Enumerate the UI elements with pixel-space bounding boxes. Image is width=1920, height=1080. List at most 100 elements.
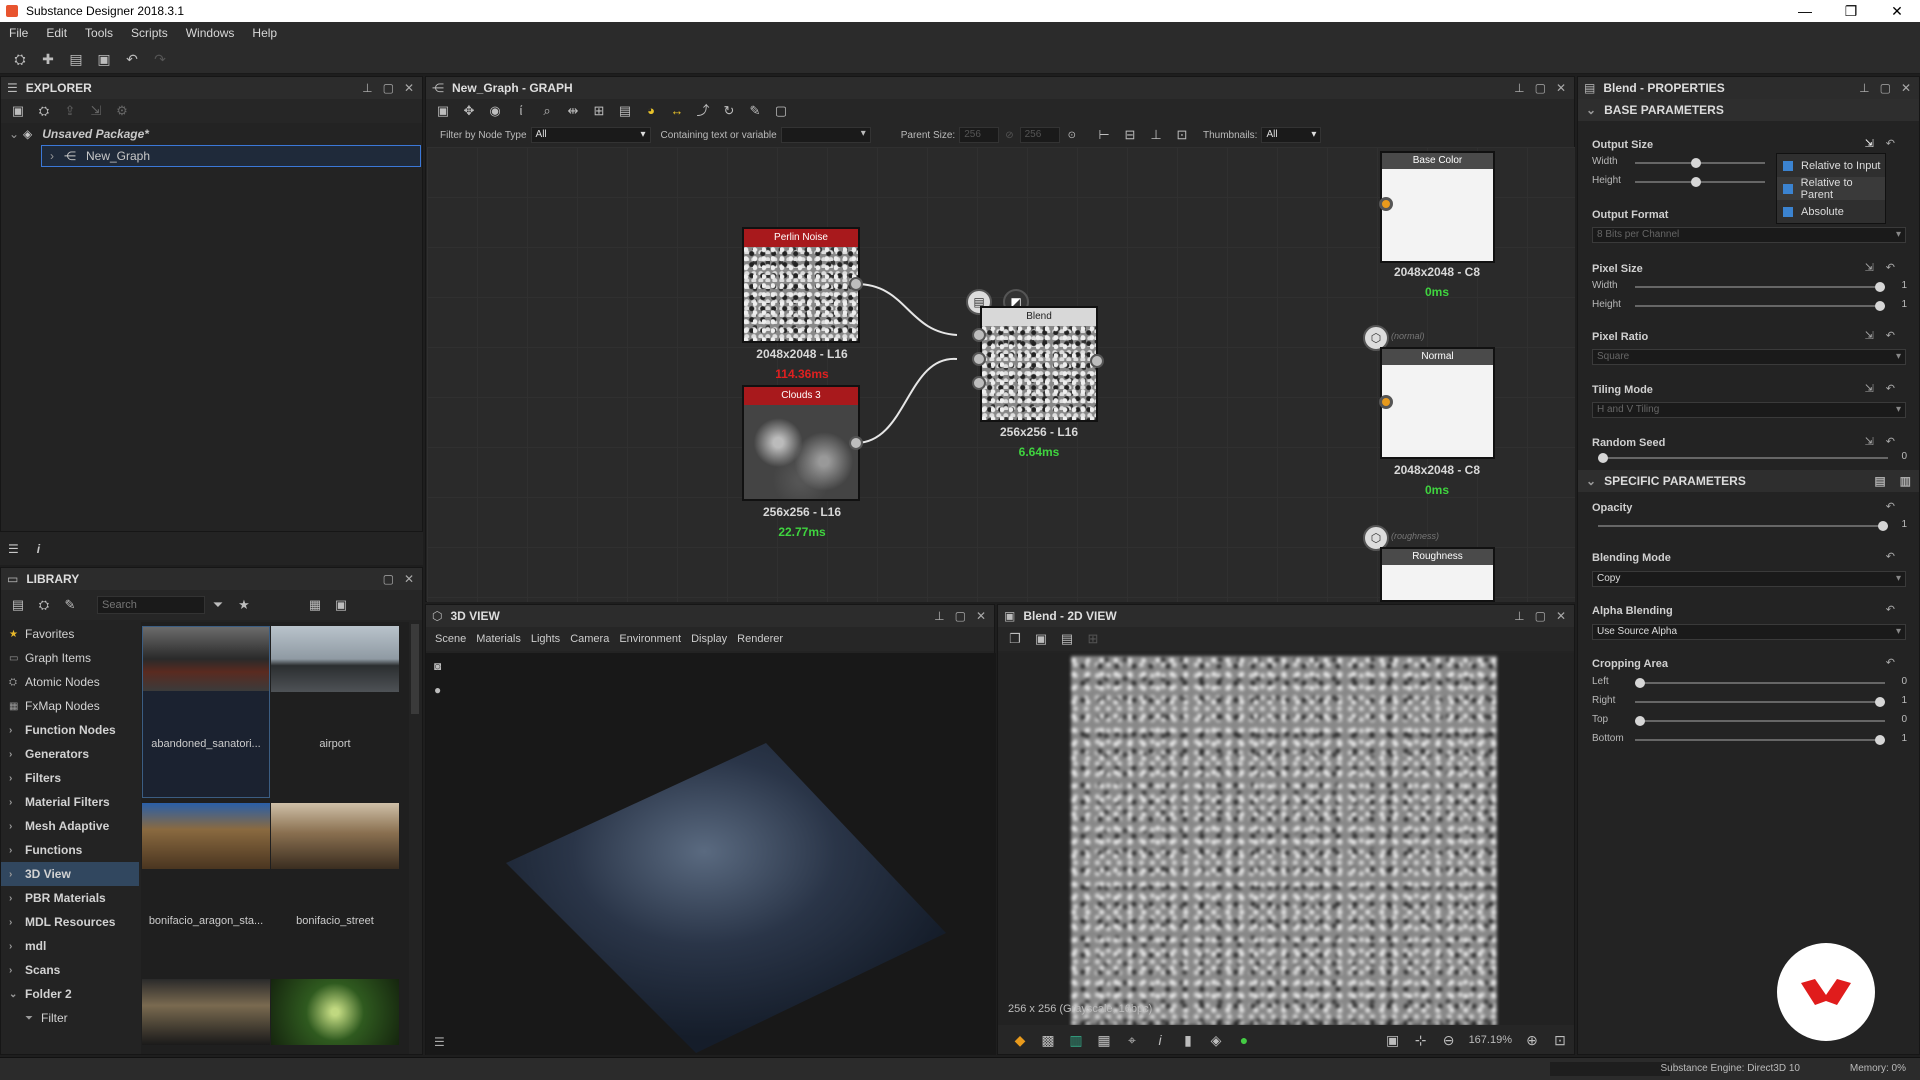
close-icon[interactable]: ✕	[404, 572, 414, 586]
alpha-blending-select[interactable]: Use Source Alpha ▾	[1592, 624, 1906, 640]
env-thumb-forest[interactable]	[271, 979, 399, 1045]
reset-icon[interactable]: ↶	[1886, 656, 1895, 669]
reset-icon[interactable]: ↶	[1886, 550, 1895, 563]
close-icon[interactable]: ✕	[1556, 81, 1566, 95]
collapse-arrow-icon[interactable]: ⌄	[1586, 103, 1596, 117]
reset-icon[interactable]: ↶	[1886, 500, 1895, 513]
link-icon[interactable]: ↔	[669, 103, 685, 119]
library-category[interactable]: › Mesh Adaptive	[1, 814, 139, 838]
grid-view-icon[interactable]: ▦	[307, 597, 323, 613]
crop-top-slider[interactable]	[1635, 716, 1885, 726]
opacity-slider[interactable]	[1598, 521, 1888, 531]
reset-icon[interactable]: ↶	[1886, 603, 1895, 616]
save-package-icon[interactable]: ▣	[10, 103, 26, 119]
package-row[interactable]: ⌄ ◈ Unsaved Package*	[1, 123, 422, 145]
new-package-icon[interactable]: ⛭	[12, 51, 28, 67]
library-category[interactable]: ▦ FxMap Nodes	[1, 694, 139, 718]
favorite-add-icon[interactable]: ★	[236, 597, 252, 613]
node-blend[interactable]: Blend	[980, 306, 1098, 422]
menu-item-relative-to-input[interactable]: Relative to Input	[1777, 154, 1885, 177]
pin-icon[interactable]: ⊥	[1514, 609, 1524, 623]
output-width-slider[interactable]	[1635, 158, 1765, 168]
crop-bottom-slider[interactable]	[1635, 735, 1885, 745]
menu-edit[interactable]: Edit	[37, 26, 76, 40]
menu-display[interactable]: Display	[686, 633, 732, 645]
hierarchy-icon[interactable]: ☰	[434, 1035, 445, 1049]
library-category[interactable]: › Functions	[1, 838, 139, 862]
inherit-mode-icon[interactable]: ⇲	[1865, 382, 1874, 395]
maximize-icon[interactable]: ▢	[383, 572, 394, 586]
input-port[interactable]	[1379, 395, 1393, 409]
preset-menu-icon[interactable]: ▥	[1900, 474, 1911, 488]
info-icon[interactable]: i	[1152, 1032, 1168, 1048]
lock-icon[interactable]: ⊡	[1552, 1032, 1568, 1048]
crop-right-value[interactable]: 1	[1901, 695, 1907, 706]
color-picker-icon[interactable]: ◈	[1208, 1032, 1224, 1048]
menu-scripts[interactable]: Scripts	[122, 26, 177, 40]
edit-icon[interactable]: ✎	[62, 597, 78, 613]
pin-icon[interactable]: ⊥	[1859, 81, 1869, 95]
reset-icon[interactable]: ↶	[1886, 435, 1895, 448]
refresh-icon[interactable]: ↻	[721, 103, 737, 119]
expand-arrow-icon[interactable]: ›	[50, 149, 64, 163]
library-scrollbar[interactable]	[411, 624, 419, 714]
crop-left-slider[interactable]	[1635, 678, 1885, 688]
library-category[interactable]: ⛭ Atomic Nodes	[1, 670, 139, 694]
hierarchy-icon[interactable]: ☰	[8, 542, 19, 556]
env-thumb-abandoned[interactable]	[142, 626, 270, 798]
reset-icon[interactable]: ↶	[1886, 382, 1895, 395]
output-port[interactable]	[849, 436, 863, 450]
layers-icon[interactable]: ◆	[1012, 1032, 1028, 1048]
pin-icon[interactable]: ⊥	[1514, 81, 1524, 95]
3d-viewport[interactable]: ◙ ● ☰	[426, 653, 996, 1055]
close-icon[interactable]: ✕	[1901, 81, 1911, 95]
pixel-height-value[interactable]: 1	[1901, 299, 1907, 310]
library-search-input[interactable]	[97, 596, 205, 614]
base-parameters-section[interactable]: ⌄ BASE PARAMETERS	[1578, 99, 1919, 121]
maximize-icon[interactable]: ▢	[955, 609, 966, 623]
input-port-foreground[interactable]	[972, 328, 986, 342]
preset-icon[interactable]: ▤	[1874, 474, 1885, 488]
library-category[interactable]: › Filters	[1, 766, 139, 790]
parent-size-width-select[interactable]: 256	[959, 127, 1000, 143]
library-category[interactable]: › Material Filters	[1, 790, 139, 814]
menu-renderer[interactable]: Renderer	[732, 633, 788, 645]
output-format-select[interactable]: 8 Bits per Channel ▾	[1592, 227, 1906, 243]
2d-viewport[interactable]: 256 x 256 (Grayscale, 16bpc)	[998, 653, 1574, 1025]
input-port-mask[interactable]	[972, 376, 986, 390]
close-icon[interactable]: ✕	[404, 81, 414, 95]
export-icon[interactable]: ⇲	[88, 103, 104, 119]
node-perlin-noise[interactable]: Perlin Noise	[742, 227, 860, 343]
menu-camera[interactable]: Camera	[565, 633, 614, 645]
zoom-level[interactable]: 167.19%	[1469, 1034, 1512, 1046]
graph-row[interactable]: › ⋲ New_Graph	[41, 145, 421, 167]
library-category[interactable]: › mdl	[1, 934, 139, 958]
inherit-mode-icon[interactable]: ⇲	[1865, 261, 1874, 274]
open-icon[interactable]: ▤	[68, 51, 84, 67]
save-icon[interactable]: ▣	[1033, 631, 1049, 647]
parent-size-height-select[interactable]: 256	[1019, 127, 1060, 143]
close-window-button[interactable]: ✕	[1874, 3, 1920, 20]
connect-icon[interactable]: ⤴	[695, 103, 711, 119]
output-node-normal[interactable]: Normal	[1380, 347, 1495, 459]
snap-icon[interactable]: ⊡	[1174, 127, 1190, 143]
inherit-mode-icon[interactable]: ⇲	[1865, 435, 1874, 448]
pixel-width-slider[interactable]	[1635, 282, 1885, 292]
menu-windows[interactable]: Windows	[177, 26, 244, 40]
restore-button[interactable]: ❐	[1828, 3, 1874, 20]
pixel-width-value[interactable]: 1	[1901, 280, 1907, 291]
maximize-icon[interactable]: ▢	[1535, 609, 1546, 623]
menu-help[interactable]: Help	[243, 26, 286, 40]
pick-icon[interactable]: ⌖	[1124, 1032, 1140, 1048]
reset-icon[interactable]: ↶	[1886, 137, 1895, 150]
zoom-in-icon[interactable]: ⊕	[1524, 1032, 1540, 1048]
list-view-icon[interactable]: ▣	[333, 597, 349, 613]
menu-tools[interactable]: Tools	[76, 26, 122, 40]
tiling-mode-select[interactable]: H and V Tiling ▾	[1592, 402, 1906, 418]
output-port[interactable]	[849, 277, 863, 291]
menu-item-absolute[interactable]: Absolute	[1777, 200, 1885, 223]
thumbnails-select[interactable]: All ▾	[1261, 127, 1322, 143]
add-item-icon[interactable]: ⛭	[36, 597, 52, 613]
crop-bottom-value[interactable]: 1	[1901, 733, 1907, 744]
add-folder-icon[interactable]: ▤	[10, 597, 26, 613]
